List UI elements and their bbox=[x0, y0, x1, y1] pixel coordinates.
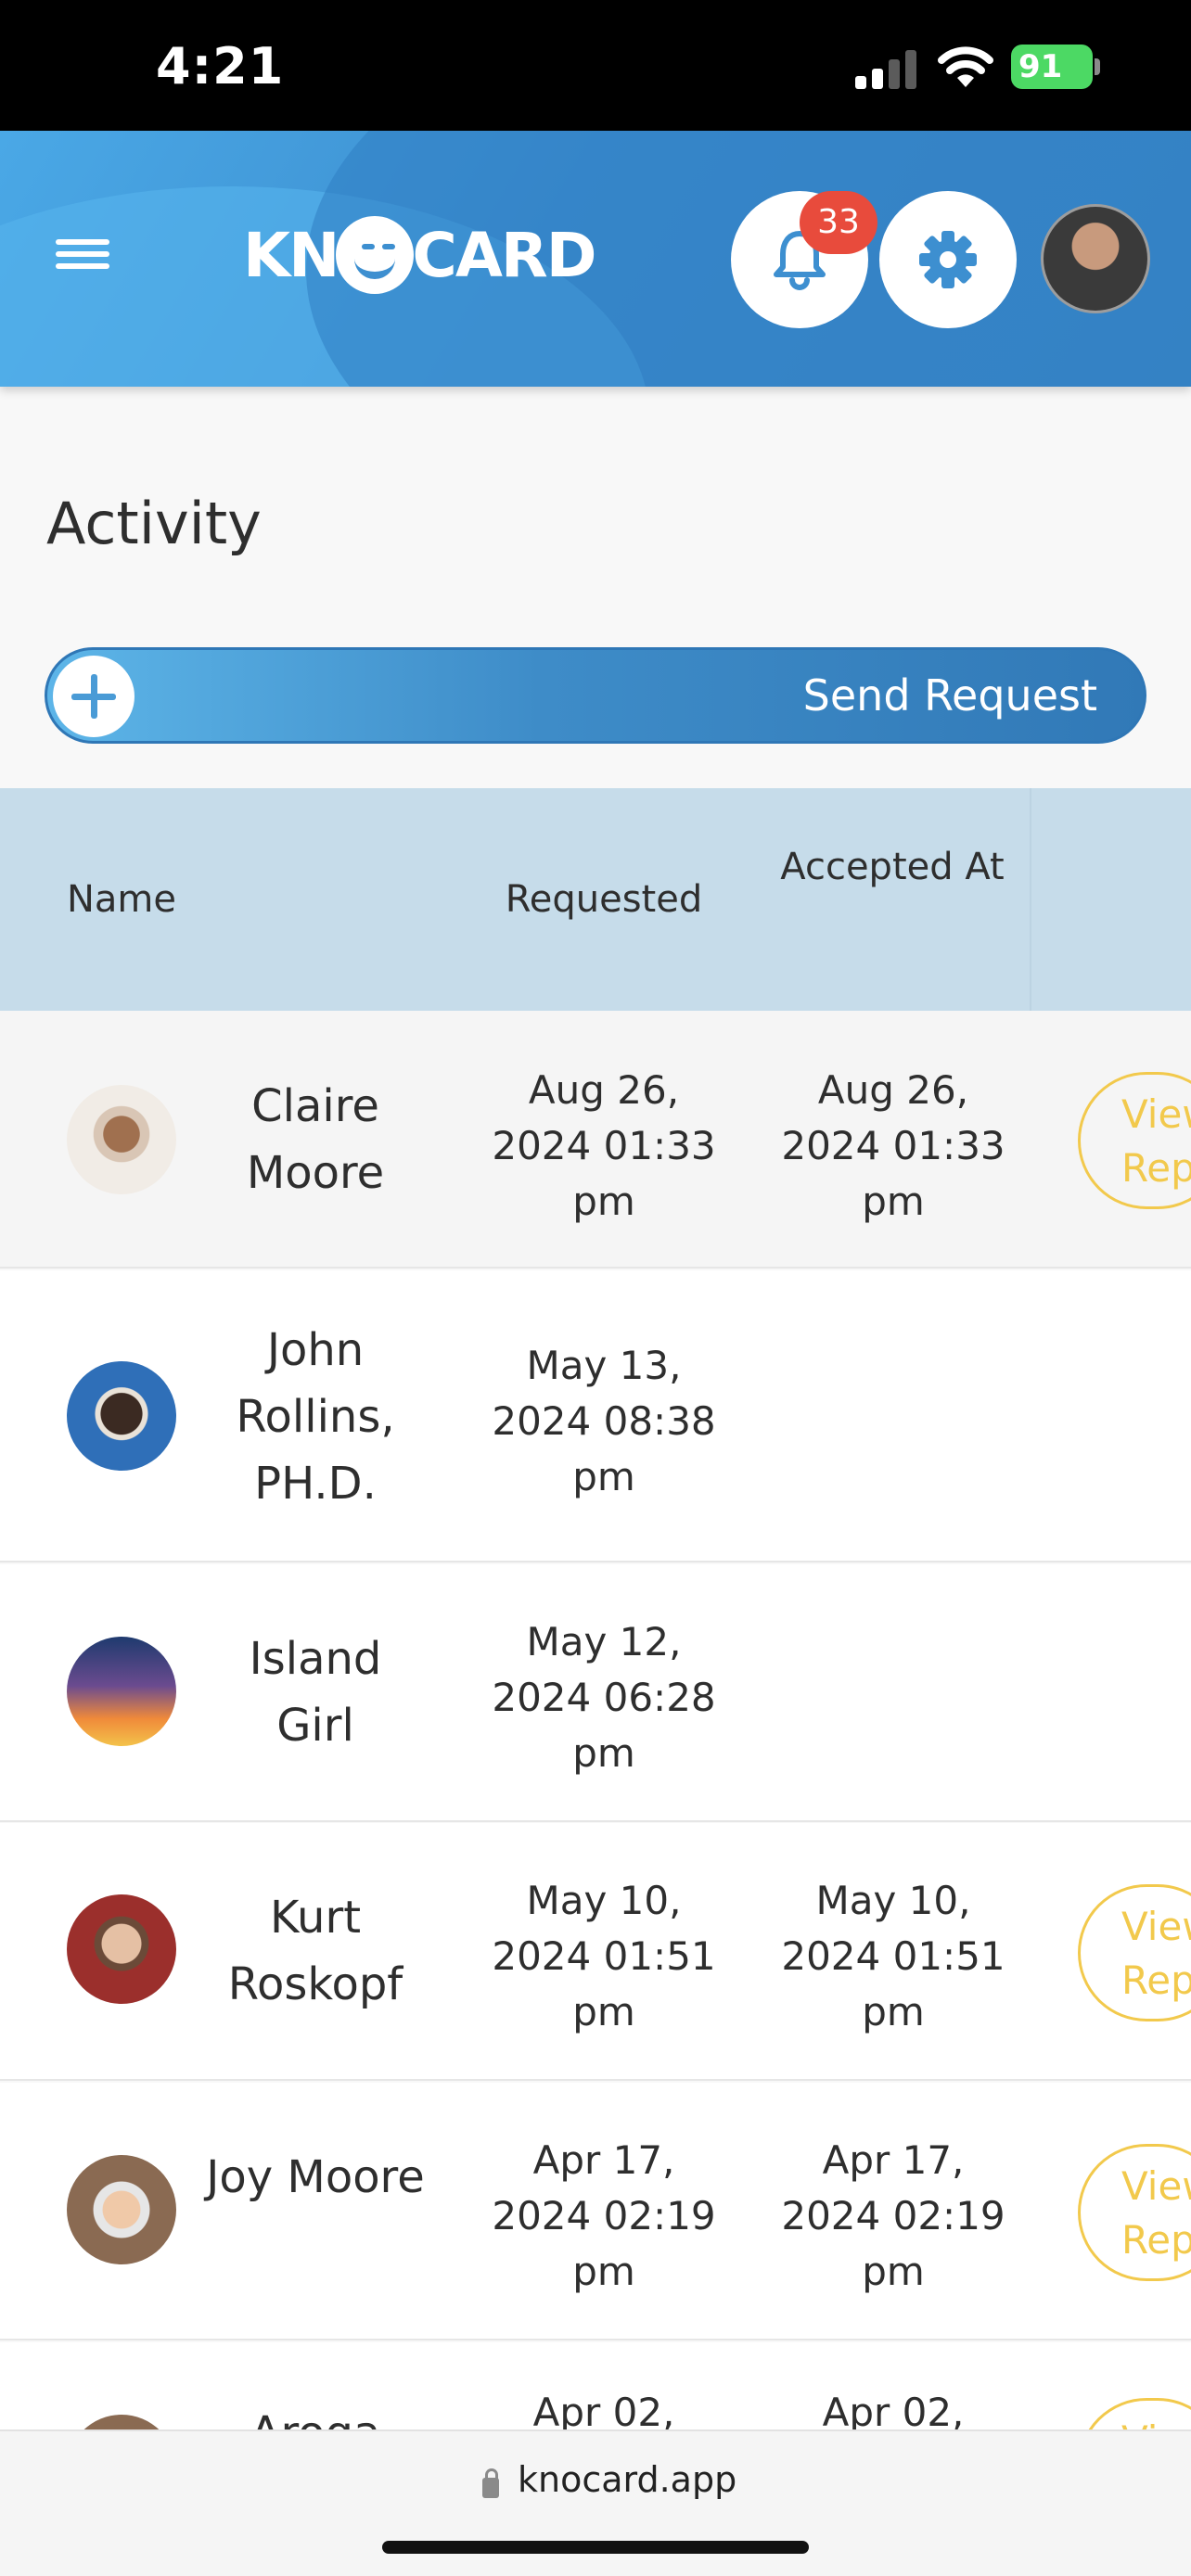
settings-button[interactable] bbox=[879, 191, 1017, 328]
hamburger-menu-icon[interactable] bbox=[56, 239, 109, 276]
avatar bbox=[67, 1894, 176, 2004]
contact-name: Claire Moore bbox=[246, 1080, 385, 1199]
logo-text-left: KN bbox=[243, 219, 339, 291]
table-row[interactable]: John Rollins, PH.D. May 13, 2024 08:38 p… bbox=[0, 1270, 1191, 1562]
avatar bbox=[67, 2155, 176, 2264]
logo-face-icon bbox=[336, 216, 415, 294]
contact-name: Island Girl bbox=[249, 1633, 382, 1752]
contact-name: John Rollins, PH.D. bbox=[236, 1324, 395, 1510]
avatar bbox=[67, 1361, 176, 1471]
url-text[interactable]: knocard.app bbox=[518, 2459, 736, 2500]
battery-level: 91 bbox=[1011, 45, 1093, 89]
column-header-accepted-at: Accepted At bbox=[780, 846, 1005, 888]
accepted-date: Apr 17, 2024 02:19 pm bbox=[781, 2137, 1005, 2294]
table-row[interactable]: Joy Moore Apr 17, 2024 02:19 pm Apr 17, … bbox=[0, 2083, 1191, 2340]
cellular-signal-icon bbox=[855, 48, 916, 89]
avatar bbox=[67, 1637, 176, 1746]
table-row[interactable]: Claire Moore Aug 26, 2024 01:33 pm Aug 2… bbox=[0, 1011, 1191, 1269]
plus-icon bbox=[53, 656, 134, 737]
send-request-label: Send Request bbox=[802, 670, 1097, 721]
knocard-logo[interactable]: KN CARD bbox=[243, 216, 597, 294]
user-avatar[interactable] bbox=[1041, 204, 1150, 313]
status-time: 4:21 bbox=[156, 37, 285, 96]
table-header: Name Requested Accepted At bbox=[0, 788, 1191, 1011]
lock-icon bbox=[482, 2468, 499, 2498]
wifi-icon bbox=[938, 46, 993, 87]
table-row[interactable]: Kurt Roskopf May 10, 2024 01:51 pm May 1… bbox=[0, 1823, 1191, 2081]
avatar bbox=[67, 1085, 176, 1194]
table-row[interactable]: Island Girl May 12, 2024 06:28 pm bbox=[0, 1564, 1191, 1822]
notification-count-badge: 33 bbox=[800, 191, 877, 254]
send-request-button[interactable]: Send Request bbox=[45, 647, 1146, 744]
status-bar: 4:21 91 bbox=[0, 0, 1191, 131]
contact-name: Joy Moore bbox=[206, 2151, 425, 2203]
browser-url-bar[interactable]: knocard.app bbox=[0, 2429, 1191, 2576]
column-header-name: Name bbox=[67, 878, 177, 921]
view-report-button[interactable]: View Report bbox=[1078, 1072, 1191, 1209]
view-report-button[interactable]: View Report bbox=[1078, 1884, 1191, 2021]
requested-date: Aug 26, 2024 01:33 pm bbox=[492, 1067, 716, 1224]
gear-icon bbox=[919, 231, 977, 288]
requested-date: May 12, 2024 06:28 pm bbox=[492, 1619, 716, 1776]
requested-date: May 10, 2024 01:51 pm bbox=[492, 1878, 716, 2034]
logo-text-right: CARD bbox=[412, 219, 596, 291]
requested-date: May 13, 2024 08:38 pm bbox=[492, 1343, 716, 1499]
accepted-date: May 10, 2024 01:51 pm bbox=[781, 1878, 1005, 2034]
accepted-date: Aug 26, 2024 01:33 pm bbox=[781, 1067, 1005, 1224]
battery-icon: 91 bbox=[1011, 45, 1100, 89]
page-title: Activity bbox=[46, 490, 262, 557]
column-header-requested: Requested bbox=[505, 878, 703, 921]
contact-name: Kurt Roskopf bbox=[227, 1892, 403, 2010]
home-indicator[interactable] bbox=[382, 2541, 809, 2554]
view-report-button[interactable]: View Report bbox=[1078, 2144, 1191, 2281]
requested-date: Apr 17, 2024 02:19 pm bbox=[492, 2137, 716, 2294]
